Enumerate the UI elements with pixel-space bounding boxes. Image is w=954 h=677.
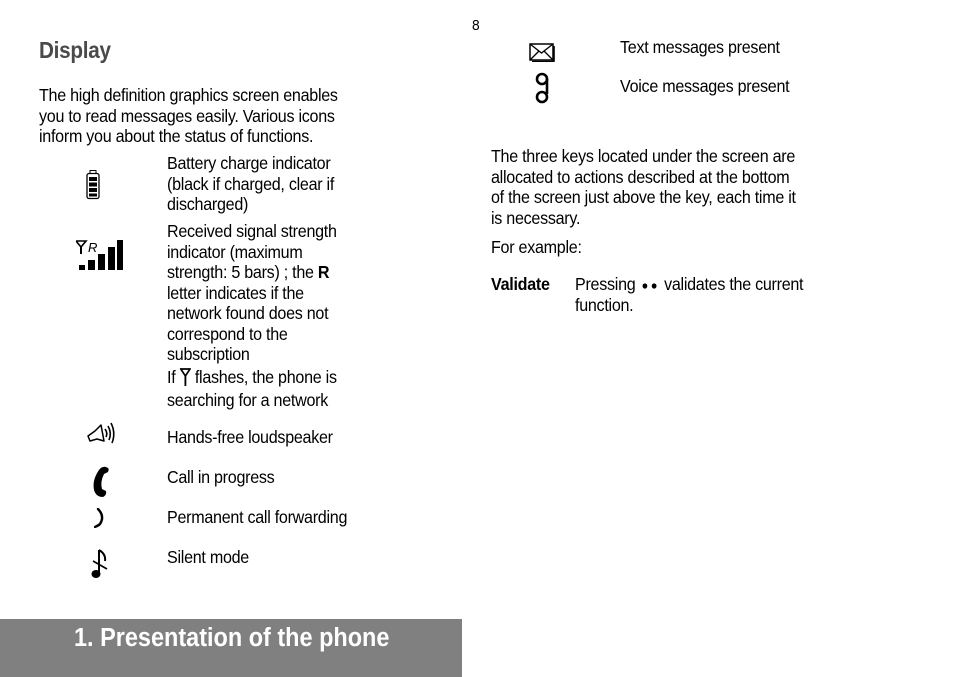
desc-line: discharged) bbox=[167, 194, 249, 214]
icon-description-silent: Silent mode bbox=[167, 547, 249, 567]
intro-paragraph: The high definition graphics screen enab… bbox=[39, 85, 338, 147]
desc-line: letter indicates if the bbox=[167, 282, 304, 303]
desc-line: searching for a network bbox=[167, 390, 328, 410]
battery-icon bbox=[86, 170, 100, 205]
para-line: allocated to actions described at the bo… bbox=[491, 166, 790, 187]
intro-line: The high definition graphics screen enab… bbox=[39, 85, 338, 105]
keys-paragraph: The three keys located under the screen … bbox=[491, 146, 796, 228]
roaming-letter: R bbox=[317, 262, 330, 282]
icon-description-loudspeaker: Hands-free loudspeaker bbox=[167, 427, 333, 447]
desc-line: Received signal strength bbox=[167, 221, 337, 241]
example-term: Validate bbox=[491, 274, 550, 294]
desc-line: subscription bbox=[167, 344, 250, 364]
icon-description-text-messages: Text messages present bbox=[620, 37, 780, 57]
desc-text: validates the current bbox=[659, 274, 804, 294]
desc-line: function. bbox=[575, 294, 634, 315]
desc-text: flashes, the phone is bbox=[190, 366, 337, 387]
icon-description-call: Call in progress bbox=[167, 467, 275, 487]
desc-line: (black if charged, clear if bbox=[167, 173, 335, 194]
desc-line: indicator (maximum bbox=[167, 241, 303, 262]
desc-line: If flashes, the phone is bbox=[167, 367, 337, 391]
desc-line: Pressing validates the current bbox=[575, 274, 804, 295]
antenna-icon bbox=[178, 367, 192, 391]
desc-text: If bbox=[167, 366, 180, 387]
chapter-title: 1. Presentation of the phone bbox=[74, 624, 390, 652]
para-line: The three keys located under the screen … bbox=[491, 146, 796, 166]
para-line: of the screen just above the key, each t… bbox=[491, 187, 796, 207]
page-number: 8 bbox=[472, 17, 480, 34]
desc-line: strength: 5 bars) ; the R bbox=[167, 262, 337, 283]
icon-description-voice-messages: Voice messages present bbox=[620, 76, 790, 96]
section-heading: Display bbox=[39, 37, 111, 63]
icon-description-forwarding: Permanent call forwarding bbox=[167, 507, 348, 527]
example-label: For example: bbox=[491, 237, 582, 257]
example-description: Pressing validates the current function. bbox=[575, 274, 804, 315]
intro-line: inform you about the status of functions… bbox=[39, 126, 314, 146]
desc-line: correspond to the bbox=[167, 323, 288, 344]
desc-text: Pressing bbox=[575, 274, 640, 294]
voicemail-icon bbox=[535, 72, 549, 109]
desc-line: Battery charge indicator bbox=[167, 153, 331, 173]
para-line: is necessary. bbox=[491, 207, 581, 228]
desc-text: strength: 5 bars) ; the bbox=[167, 262, 318, 282]
two-dots-key-icon bbox=[640, 274, 660, 295]
signal-strength-icon: R bbox=[74, 239, 124, 276]
loudspeaker-icon bbox=[87, 422, 117, 451]
icon-description-battery: Battery charge indicator (black if charg… bbox=[167, 153, 334, 215]
desc-line: network found does not bbox=[167, 303, 329, 323]
intro-line: you to read messages easily. Various ico… bbox=[39, 105, 335, 126]
silent-mode-icon bbox=[91, 548, 111, 585]
envelope-icon bbox=[529, 42, 555, 67]
icon-description-signal: Received signal strength indicator (maxi… bbox=[167, 221, 337, 411]
call-forwarding-icon bbox=[93, 507, 106, 533]
handset-icon bbox=[92, 466, 110, 503]
svg-text:R: R bbox=[88, 240, 97, 255]
